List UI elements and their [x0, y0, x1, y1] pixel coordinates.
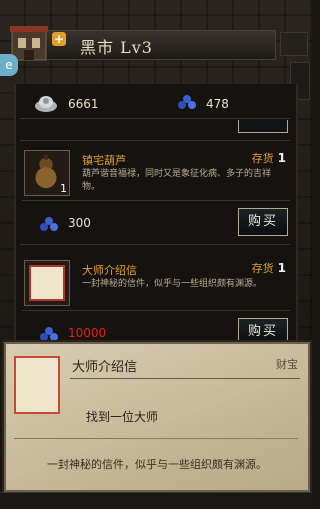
item-name: 镇宅葫芦	[82, 154, 126, 167]
item-thumbnail[interactable]: 1	[24, 150, 70, 196]
item-stock: 存货 1	[252, 150, 286, 166]
tooltip-item-name: 大师介绍信	[72, 360, 138, 375]
letter-icon	[29, 265, 65, 301]
silver-amount: 6661	[68, 97, 99, 111]
buy-button[interactable]: 购买	[238, 208, 288, 236]
bottom-bar	[0, 492, 312, 509]
item-stock: 存货 1	[252, 260, 286, 276]
item-description: 葫芦谐音福禄，同时又是象征化病、多子的吉祥物。	[82, 169, 272, 192]
item-price: 10000	[68, 326, 107, 340]
side-tab[interactable]: e	[0, 54, 18, 76]
list-item: 1 镇宅葫芦 存货 1 葫芦谐音福禄，同时又是象征化病、多子的吉祥物。 300 购…	[20, 150, 292, 244]
tooltip-item-type: 财宝	[276, 358, 298, 371]
item-name: 大师介绍信	[82, 264, 137, 277]
divider	[20, 244, 290, 245]
divider	[20, 118, 290, 119]
divider	[14, 438, 298, 439]
header: 黑市 Lv3	[0, 22, 312, 62]
divider	[22, 310, 290, 311]
divider	[20, 140, 290, 141]
gem-icon	[178, 95, 196, 109]
stock-label: 存货	[251, 262, 274, 275]
divider	[22, 200, 290, 201]
stock-value: 1	[277, 261, 286, 275]
list-item-partial	[20, 120, 290, 136]
header-bar	[34, 30, 276, 60]
header-title: 黑市 Lv3	[80, 38, 153, 57]
tooltip-usage: 找到一位大师	[86, 410, 159, 424]
item-count: 1	[60, 182, 67, 195]
item-description: 一封神秘的信件，似乎与一些组织颇有渊源。	[82, 279, 263, 289]
corner-ornament-icon	[280, 32, 308, 56]
item-tooltip: 大师介绍信 财宝 找到一位大师 一封神秘的信件，似乎与一些组织颇有渊源。	[2, 340, 312, 494]
buy-button-partial[interactable]	[238, 120, 288, 133]
gem-amount: 478	[206, 97, 229, 111]
item-price: 300	[68, 216, 91, 230]
tooltip-description: 一封神秘的信件，似乎与一些组织颇有渊源。	[47, 458, 267, 471]
silver-ingot-icon	[35, 96, 57, 112]
stock-value: 1	[277, 151, 286, 165]
plus-icon[interactable]: +	[52, 32, 66, 46]
gem-icon	[40, 217, 58, 231]
letter-icon	[14, 356, 60, 414]
item-thumbnail[interactable]	[24, 260, 70, 306]
currency-bar: 6661 478	[20, 90, 290, 118]
stock-label: 存货	[251, 152, 274, 165]
divider	[70, 378, 300, 379]
